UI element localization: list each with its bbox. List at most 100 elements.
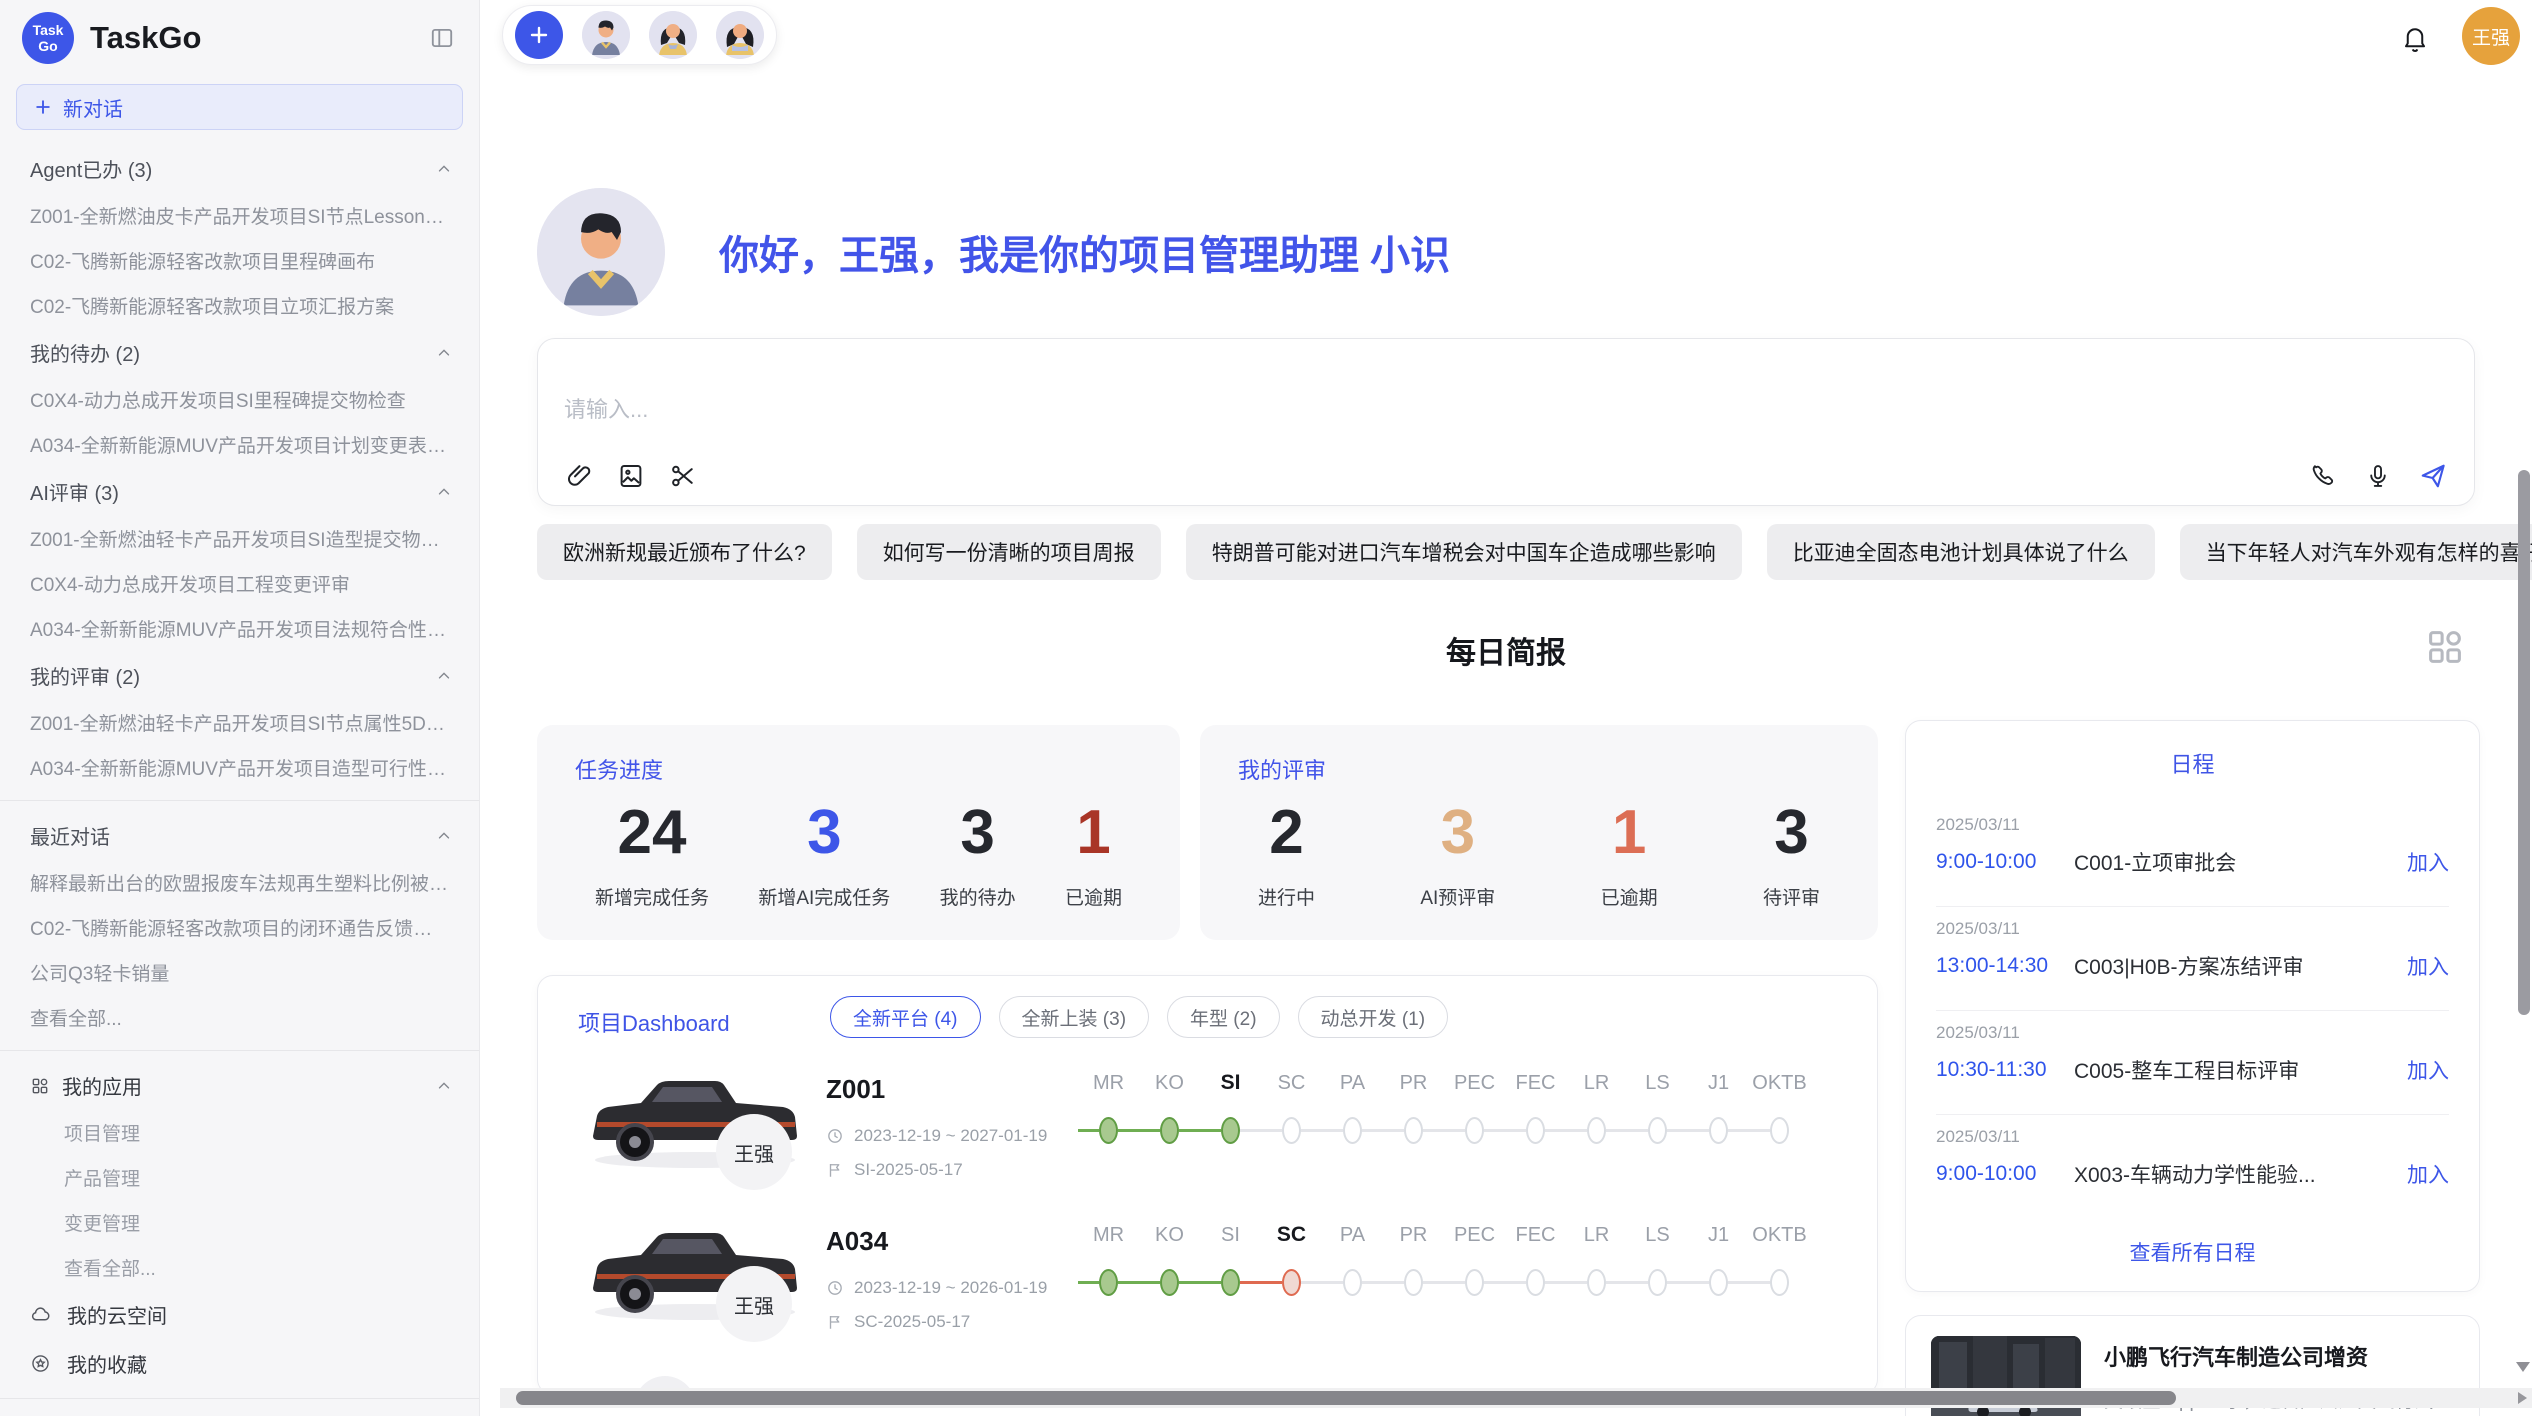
horizontal-scrollbar-thumb[interactable] <box>516 1391 2176 1405</box>
view-all-schedule-link[interactable]: 查看所有日程 <box>1906 1237 2479 1267</box>
milestone[interactable]: PA <box>1322 1218 1383 1302</box>
milestone[interactable]: PR <box>1383 1218 1444 1302</box>
stat: 24 新增完成任务 <box>595 797 709 910</box>
milestone[interactable]: PR <box>1383 1066 1444 1150</box>
recent-chat-item[interactable]: 解释最新出台的欧盟报废车法规再生塑料比例被调至15%... <box>0 860 479 905</box>
sidebar-task-item[interactable]: A034-全新新能源MUV产品开发项目法规符合性评审 <box>0 606 479 651</box>
session-avatar-3[interactable] <box>716 11 764 59</box>
scroll-down-arrow[interactable] <box>2516 1362 2530 1372</box>
sidebar-task-item[interactable]: A034-全新新能源MUV产品开发项目计划变更表编写 <box>0 422 479 467</box>
milestone[interactable]: LS <box>1627 1218 1688 1302</box>
sidebar-section-ai-review[interactable]: AI评审 (3) <box>0 467 479 516</box>
recent-chats-view-all[interactable]: 查看全部... <box>0 995 479 1040</box>
recent-chat-item[interactable]: 公司Q3轻卡销量 <box>0 950 479 995</box>
milestone-connector <box>1444 1281 1465 1284</box>
voice-call-button[interactable] <box>2310 462 2338 490</box>
milestone[interactable]: LR <box>1566 1066 1627 1150</box>
sidebar-section-agent-done[interactable]: Agent已办 (3) <box>0 144 479 193</box>
sidebar-section-my-todo[interactable]: 我的待办 (2) <box>0 328 479 377</box>
milestone[interactable]: OKTB <box>1749 1066 1810 1150</box>
sidebar-section-my-review[interactable]: 我的评审 (2) <box>0 651 479 700</box>
suggestion-chip[interactable]: 欧洲新规最近颁布了什么? <box>537 524 832 580</box>
schedule-title: 日程 <box>1906 747 2479 779</box>
milestone[interactable]: MR <box>1078 1218 1139 1302</box>
recent-chat-item[interactable]: C02-飞腾新能源轻客改款项目的闭环通告反馈情况 <box>0 905 479 950</box>
milestone[interactable]: SI <box>1200 1218 1261 1302</box>
dashboard-filter-chip[interactable]: 全新平台 (4) <box>830 996 981 1038</box>
project-row[interactable]: 王强 Z001 2023-12-19 ~ 2027-01-19 SI-2025-… <box>538 1054 1877 1206</box>
milestone[interactable]: J1 <box>1688 1218 1749 1302</box>
dashboard-filter-chip[interactable]: 全新上装 (3) <box>999 996 1150 1038</box>
milestone-connector <box>1728 1281 1749 1284</box>
milestone[interactable]: SC <box>1261 1218 1322 1302</box>
session-avatar-1[interactable] <box>582 11 630 59</box>
sidebar-item-cloud-space[interactable]: 我的云空间 <box>0 1290 479 1339</box>
milestone-connector <box>1749 1281 1770 1284</box>
my-apps-view-all[interactable]: 查看全部... <box>0 1245 479 1290</box>
project-flag-text: SI-2025-05-17 <box>854 1160 963 1180</box>
milestone[interactable]: LR <box>1566 1218 1627 1302</box>
insert-image-button[interactable] <box>616 461 646 491</box>
milestone[interactable]: PEC <box>1444 1218 1505 1302</box>
notifications-button[interactable] <box>2400 24 2430 54</box>
plus-icon <box>33 97 53 117</box>
screenshot-button[interactable] <box>668 461 698 491</box>
milestone[interactable]: FEC <box>1505 1218 1566 1302</box>
project-flag-text: SC-2025-05-17 <box>854 1312 970 1332</box>
suggestion-chip[interactable]: 特朗普可能对进口汽车增税会对中国车企造成哪些影响 <box>1186 524 1742 580</box>
sidebar-task-item[interactable]: C02-飞腾新能源轻客改款项目立项汇报方案 <box>0 283 479 328</box>
schedule-event-title: X003-车辆动力学性能验... <box>2074 1159 2407 1189</box>
milestone[interactable]: LS <box>1627 1066 1688 1150</box>
join-meeting-link[interactable]: 加入 <box>2407 1159 2449 1189</box>
sidebar-task-item[interactable]: C02-飞腾新能源轻客改款项目里程碑画布 <box>0 238 479 283</box>
milestone[interactable]: PA <box>1322 1066 1383 1150</box>
sidebar-task-item[interactable]: Z001-全新燃油轻卡产品开发项目SI造型提交物评审 <box>0 516 479 561</box>
sidebar-task-item[interactable]: Z001-全新燃油轻卡产品开发项目SI节点属性5D文件评审 <box>0 700 479 745</box>
sidebar-task-item[interactable]: Z001-全新燃油皮卡产品开发项目SI节点Lesson Learn报告 <box>0 193 479 238</box>
suggestion-chip[interactable]: 当下年轻人对汽车外观有怎样的喜好趋势 <box>2180 524 2532 580</box>
join-meeting-link[interactable]: 加入 <box>2407 847 2449 877</box>
app-link-item[interactable]: 变更管理 <box>0 1200 479 1245</box>
horizontal-scrollbar[interactable] <box>500 1388 2532 1408</box>
dashboard-filter-chip[interactable]: 动总开发 (1) <box>1298 996 1449 1038</box>
microphone-button[interactable] <box>2364 462 2392 490</box>
sidebar-collapse-button[interactable] <box>425 21 459 55</box>
join-meeting-link[interactable]: 加入 <box>2407 1055 2449 1085</box>
scroll-right-arrow[interactable] <box>2518 1392 2527 1404</box>
milestone[interactable]: MR <box>1078 1066 1139 1150</box>
brief-layout-button[interactable] <box>2422 624 2468 670</box>
sidebar-item-favorites[interactable]: 我的收藏 <box>0 1339 479 1388</box>
suggestion-chip[interactable]: 如何写一份清晰的项目周报 <box>857 524 1161 580</box>
milestone[interactable]: PEC <box>1444 1066 1505 1150</box>
schedule-event-title: C003|H0B-方案冻结评审 <box>2074 951 2407 981</box>
attach-button[interactable] <box>564 461 594 491</box>
vertical-scrollbar-thumb[interactable] <box>2518 470 2530 1015</box>
milestone[interactable]: FEC <box>1505 1066 1566 1150</box>
chat-input[interactable] <box>564 397 1964 423</box>
sidebar-task-item[interactable]: C0X4-动力总成开发项目工程变更评审 <box>0 561 479 606</box>
app-link-item[interactable]: 产品管理 <box>0 1155 479 1200</box>
milestone[interactable]: OKTB <box>1749 1218 1810 1302</box>
milestone[interactable]: SC <box>1261 1066 1322 1150</box>
dashboard-filter-chip[interactable]: 年型 (2) <box>1167 996 1280 1038</box>
sidebar-section-my-apps[interactable]: 我的应用 <box>0 1061 479 1110</box>
session-avatar-2[interactable] <box>649 11 697 59</box>
milestone[interactable]: KO <box>1139 1066 1200 1150</box>
sidebar-task-item[interactable]: A034-全新新能源MUV产品开发项目造型可行性评审 <box>0 745 479 790</box>
milestone[interactable]: KO <box>1139 1218 1200 1302</box>
suggestion-chip[interactable]: 比亚迪全固态电池计划具体说了什么 <box>1767 524 2155 580</box>
milestone[interactable]: SI <box>1200 1066 1261 1150</box>
app-link-item[interactable]: 项目管理 <box>0 1110 479 1155</box>
sidebar-item-ai-super-staff[interactable]: AI超级员工 <box>0 1409 479 1416</box>
user-avatar[interactable]: 王强 <box>2462 7 2520 65</box>
milestone[interactable]: J1 <box>1688 1066 1749 1150</box>
stat-value: 1 <box>1065 797 1122 869</box>
sidebar-task-item[interactable]: C0X4-动力总成开发项目SI里程碑提交物检查 <box>0 377 479 422</box>
send-button[interactable] <box>2418 461 2448 491</box>
new-session-button[interactable] <box>515 11 563 59</box>
project-row[interactable]: 王强 A034 2023-12-19 ~ 2026-01-19 SC-2025-… <box>538 1206 1877 1358</box>
sidebar-section-recent-chats[interactable]: 最近对话 <box>0 811 479 860</box>
stat: 2 进行中 <box>1258 797 1315 910</box>
join-meeting-link[interactable]: 加入 <box>2407 951 2449 981</box>
new-chat-button[interactable]: 新对话 <box>16 84 463 130</box>
